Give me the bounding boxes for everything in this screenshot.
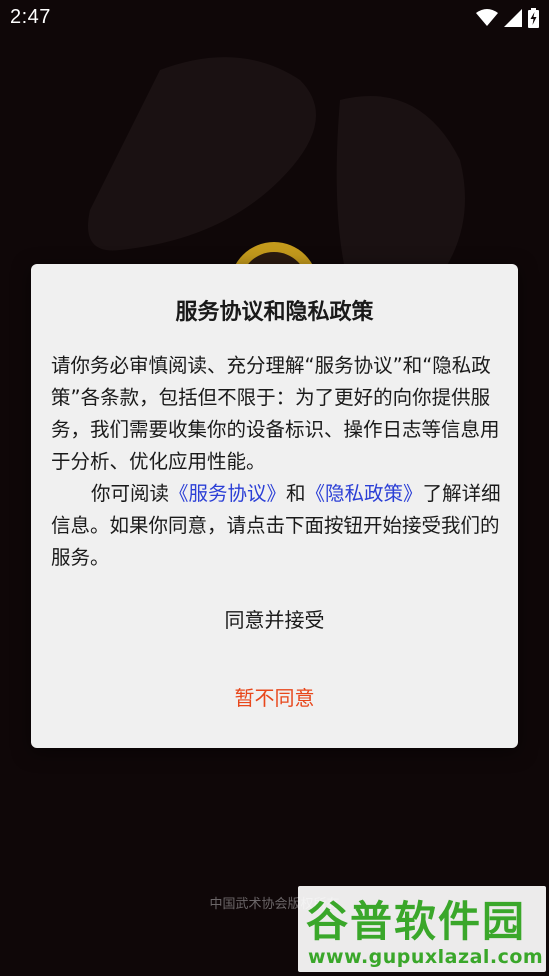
watermark-url: www.gupuxlazal.com (308, 946, 544, 968)
battery-charging-icon (528, 8, 539, 28)
privacy-dialog: 服务协议和隐私政策 请你务必审慎阅读、充分理解“服务协议”和“隐私政策”各条款，… (31, 264, 518, 748)
watermark-brand: 谷普软件园 (306, 897, 527, 946)
decline-button[interactable]: 暂不同意 (31, 678, 518, 718)
dialog-title: 服务协议和隐私政策 (175, 300, 374, 325)
status-time: 2:47 (10, 6, 51, 28)
read-prefix-text: 你可阅读 (91, 482, 170, 505)
site-watermark: 谷普软件园 www.gupuxlazal.com (298, 886, 546, 972)
links-paragraph: 你可阅读《服务协议》和《隐私政策》了解详细信息。如果你同意，请点击下面按钮开始接… (51, 478, 501, 574)
agree-button[interactable]: 同意并接受 (31, 600, 518, 640)
privacy-policy-link[interactable]: 《隐私政策》 (306, 482, 423, 505)
and-text: 和 (286, 482, 306, 505)
cell-signal-icon (504, 9, 522, 27)
status-icons (476, 8, 539, 28)
wifi-icon (476, 9, 498, 27)
service-agreement-link[interactable]: 《服务协议》 (169, 482, 286, 505)
agreement-paragraph: 请你务必审慎阅读、充分理解“服务协议”和“隐私政策”各条款，包括但不限于：为了更… (51, 354, 500, 473)
dialog-body: 请你务必审慎阅读、充分理解“服务协议”和“隐私政策”各条款，包括但不限于：为了更… (51, 350, 501, 574)
status-bar: 2:47 (0, 0, 549, 36)
